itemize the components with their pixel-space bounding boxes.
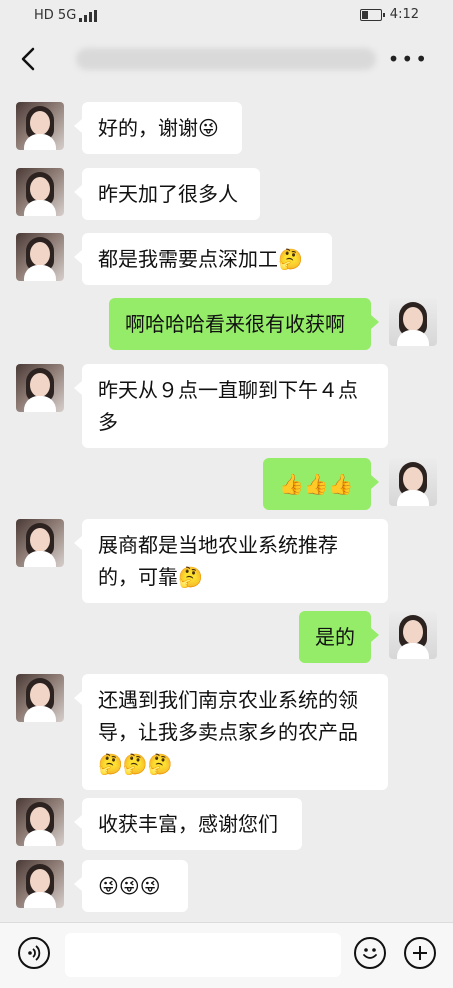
message-bubble[interactable]: 👍👍👍 [263,458,379,510]
avatar-face [30,807,50,831]
avatar-face [403,467,423,491]
input-bar [0,922,453,988]
signal-area: HD 5G [34,8,98,23]
avatar[interactable] [389,611,437,659]
network-label: HD 5G [34,8,77,23]
avatar-face [403,620,423,644]
chat-header: ••• [0,34,453,88]
avatar-face [30,111,50,135]
avatar[interactable] [16,364,64,412]
avatar-face [30,869,50,893]
voice-icon[interactable] [18,937,50,969]
message-bubble[interactable]: 都是我需要点深加工🤔 [74,233,332,285]
avatar[interactable] [16,233,64,281]
avatar-face [403,307,423,331]
chevron-left-icon[interactable] [16,46,42,72]
avatar[interactable] [16,674,64,722]
avatar-face [30,242,50,266]
avatar[interactable] [389,298,437,346]
avatar[interactable] [16,860,64,908]
message-bubble[interactable]: 是的 [299,611,379,663]
message-bubble[interactable]: 还遇到我们南京农业系统的领导，让我多卖点家乡的农产品🤔🤔🤔 [74,674,388,790]
avatar-face [30,177,50,201]
message-list: 好的，谢谢😜 昨天加了很多人都是我需要点深加工🤔 啊哈哈哈看来很有收获啊昨天从９点一… [0,88,453,922]
ellipsis-icon[interactable]: ••• [388,49,429,69]
battery-icon [359,8,385,21]
status-bar: HD 5G 4:12 [0,0,453,34]
message-bubble[interactable]: 昨天加了很多人 [74,168,260,220]
avatar-face [30,373,50,397]
avatar[interactable] [16,102,64,150]
message-bubble[interactable]: 好的，谢谢😜 [74,102,242,154]
emoji-icon[interactable] [354,937,386,969]
status-right: 4:12 [359,7,419,22]
avatar[interactable] [16,519,64,567]
avatar[interactable] [16,798,64,846]
message-bubble[interactable]: 😜😜😜 [74,860,188,912]
avatar-face [30,683,50,707]
message-input[interactable] [65,933,341,977]
avatar[interactable] [16,168,64,216]
chat-title [76,48,376,70]
signal-icon [79,9,98,22]
message-bubble[interactable]: 收获丰富，感谢您们 [74,798,302,850]
plus-icon[interactable] [404,937,436,969]
avatar-face [30,528,50,552]
avatar[interactable] [389,458,437,506]
message-bubble[interactable]: 啊哈哈哈看来很有收获啊 [109,298,379,350]
time-label: 4:12 [389,7,419,22]
message-bubble[interactable]: 展商都是当地农业系统推荐的，可靠🤔 [74,519,388,603]
message-bubble[interactable]: 昨天从９点一直聊到下午４点多 [74,364,388,448]
